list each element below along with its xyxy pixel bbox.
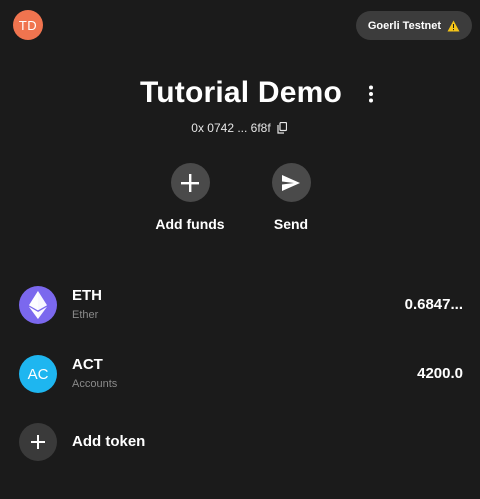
more-options-button[interactable] [361, 80, 381, 108]
network-selector[interactable]: Goerli Testnet [355, 11, 472, 40]
add-funds-label: Add funds [155, 216, 225, 232]
wallet-header: Tutorial Demo [0, 76, 480, 112]
token-balance: 0.6847... [404, 296, 463, 313]
wallet-title: Tutorial Demo [139, 76, 343, 109]
token-symbol: ACT [72, 356, 103, 373]
token-row-eth[interactable]: ETH Ether 0.6847... [0, 286, 480, 342]
send-icon [271, 163, 311, 202]
add-funds-button[interactable]: Add funds [150, 163, 230, 232]
send-label: Send [273, 216, 309, 232]
address-text: 0x 0742 ... 6f8f [191, 121, 271, 135]
ethereum-icon [19, 286, 57, 324]
token-avatar-icon: AC [19, 355, 57, 393]
token-name: Accounts [72, 378, 118, 390]
copy-icon[interactable] [277, 121, 289, 135]
network-label: Goerli Testnet [367, 19, 441, 32]
add-token-button[interactable]: Add token [0, 423, 480, 463]
wallet-address: 0x 0742 ... 6f8f [0, 121, 480, 135]
add-token-label: Add token [72, 433, 146, 450]
token-avatar-text: AC [27, 365, 49, 383]
more-vertical-icon [369, 85, 373, 103]
avatar-initials: TD [18, 17, 38, 33]
token-balance: 4200.0 [417, 365, 463, 382]
token-name: Ether [72, 309, 99, 321]
warning-icon [447, 20, 460, 32]
token-row-act[interactable]: AC ACT Accounts 4200.0 [0, 355, 480, 411]
send-button[interactable]: Send [251, 163, 331, 232]
plus-icon [170, 163, 210, 202]
account-avatar[interactable]: TD [13, 10, 43, 40]
plus-icon [19, 423, 57, 461]
token-symbol: ETH [72, 287, 102, 304]
